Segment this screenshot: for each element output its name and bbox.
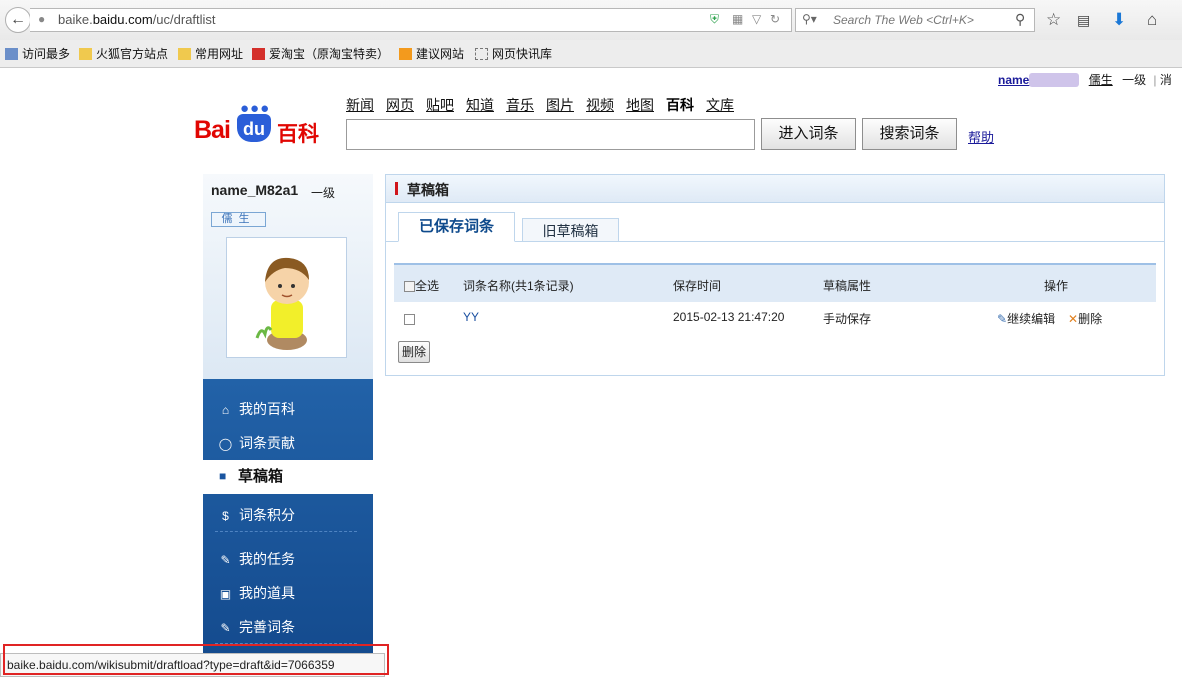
select-all-checkbox[interactable] — [404, 281, 415, 292]
nav-images[interactable]: 图片 — [546, 97, 574, 113]
nav-music[interactable]: 音乐 — [506, 97, 534, 113]
user-level: 一级 — [1122, 73, 1147, 87]
nav-video[interactable]: 视频 — [586, 97, 614, 113]
column-time: 保存时间 — [673, 279, 722, 293]
sidebar-item-drafts[interactable]: ■ 草稿箱 — [201, 460, 373, 494]
folder-icon — [178, 48, 191, 60]
draft-icon: ■ — [219, 469, 227, 483]
search-placeholder: Search The Web <Ctrl+K> — [833, 13, 974, 27]
tab-saved-entries[interactable]: 已保存词条 — [398, 212, 515, 242]
separator: | — [1153, 73, 1157, 87]
delete-link[interactable]: ✕删除 — [1068, 310, 1102, 327]
sidebar-item-points[interactable]: $ 词条积分 — [218, 498, 295, 532]
sidebar-item-improve[interactable]: ✎ 完善词条 — [218, 610, 295, 644]
entry-attr: 手动保存 — [823, 312, 872, 326]
bookmarks-list-icon[interactable]: ▤ — [1077, 12, 1090, 29]
task-icon: ✎ — [220, 553, 231, 567]
search-icon[interactable]: ⚲ — [1015, 11, 1025, 28]
sidebar-item-contributions[interactable]: ◯ 词条贡献 — [218, 426, 295, 460]
reload-icon[interactable]: ↻ — [770, 12, 780, 26]
edit-icon: ✎ — [220, 621, 231, 635]
shield-icon[interactable]: ⛨ — [710, 12, 719, 27]
baidu-baike-logo[interactable]: ●●● Bai du 百科 — [194, 100, 329, 146]
select-all[interactable]: 全选 — [404, 277, 439, 294]
column-action: 操作 — [1044, 279, 1069, 293]
user-bar: name 儒生 一级 | 消 — [998, 71, 1172, 88]
tool-icon: ▣ — [219, 587, 232, 601]
user-profile-card: name_M82a1 一级 儒生 — [203, 174, 373, 379]
globe-icon: ● — [38, 12, 46, 26]
bookmark-item[interactable]: 常用网址 — [178, 45, 243, 62]
nav-news[interactable]: 新闻 — [346, 97, 374, 113]
role-link[interactable]: 儒生 — [1089, 73, 1113, 87]
download-icon[interactable]: ⬇ — [1112, 10, 1126, 30]
star-icon[interactable]: ☆ — [1046, 10, 1061, 30]
home-icon: ⌂ — [221, 403, 230, 417]
nav-baike-current: 百科 — [666, 97, 694, 113]
avatar-image — [255, 257, 309, 350]
column-name: 词条名称(共1条记录) — [463, 279, 574, 293]
bookmark-item[interactable]: 爱淘宝（原淘宝特卖） — [252, 45, 389, 62]
coin-icon: $ — [222, 509, 229, 523]
nav-web[interactable]: 网页 — [386, 97, 414, 113]
web-search-bar[interactable]: ⚲▾ Search The Web <Ctrl+K> ⚲ — [795, 8, 1035, 32]
qrcode-icon[interactable]: ▦ — [732, 12, 743, 26]
back-arrow-icon: ← — [10, 11, 26, 28]
bookmark-item[interactable]: 网页快讯库 — [475, 45, 552, 62]
panel-header: 草稿箱 — [386, 175, 1164, 203]
nav-map[interactable]: 地图 — [626, 97, 654, 113]
blurred-username — [1029, 73, 1080, 87]
panel-title: 草稿箱 — [407, 182, 449, 198]
enter-entry-button[interactable]: 进入词条 — [761, 118, 856, 150]
url-text: baike.baidu.com/uc/draftlist — [58, 12, 216, 27]
username-link[interactable]: name — [998, 73, 1029, 87]
role-badge: 儒生 — [211, 212, 266, 227]
search-engine-icon[interactable]: ⚲▾ — [802, 12, 817, 26]
back-button[interactable]: ← — [5, 7, 31, 33]
home-icon[interactable]: ⌂ — [1147, 10, 1157, 30]
sidebar-nav: ⌂ 我的百科 ◯ 词条贡献 ■ 草稿箱 $ 词条积分 ✎ 我的任务 ▣ 我的道具 ✎ 完善词… — [201, 379, 373, 677]
product-nav: 新闻 网页 贴吧 知道 音乐 图片 视频 地图 百科 文库 — [346, 95, 746, 115]
search-entry-button[interactable]: 搜索词条 — [862, 118, 957, 150]
status-highlight-box — [3, 644, 389, 675]
row-checkbox[interactable] — [404, 312, 415, 326]
delete-button[interactable]: 删除 — [398, 341, 430, 363]
continue-edit-link[interactable]: ✎继续编辑 — [997, 310, 1055, 327]
divider — [215, 531, 357, 532]
profile-level: 一级 — [311, 186, 336, 200]
sidebar-item-tools[interactable]: ▣ 我的道具 — [218, 576, 295, 610]
bookmark-item[interactable]: 火狐官方站点 — [79, 45, 168, 62]
close-icon: ✕ — [1068, 312, 1079, 326]
firefox-icon — [399, 48, 412, 60]
tab-old-drafts[interactable]: 旧草稿箱 — [522, 218, 619, 242]
help-link[interactable]: 帮助 — [968, 127, 994, 146]
bookmark-item[interactable]: 建议网站 — [399, 45, 464, 62]
browser-toolbar: ← ● baike.baidu.com/uc/draftlist ⛨ ▦ ▽ ↻… — [0, 0, 1182, 40]
nav-zhidao[interactable]: 知道 — [466, 97, 494, 113]
entry-name-link[interactable]: YY — [463, 310, 479, 324]
title-marker — [395, 182, 398, 195]
entry-save-time: 2015-02-13 21:47:20 — [673, 310, 785, 324]
message-link[interactable]: 消 — [1160, 73, 1172, 87]
edit-icon: ✎ — [997, 312, 1008, 326]
bookmarks-bar: 访问最多 火狐官方站点 常用网址 爱淘宝（原淘宝特卖） 建议网站 网页快讯库 — [0, 40, 1182, 68]
folder-icon — [79, 48, 92, 60]
baike-search-input[interactable] — [346, 119, 755, 150]
column-attr: 草稿属性 — [823, 279, 872, 293]
bookmark-item[interactable]: 访问最多 — [5, 45, 70, 62]
page-icon — [5, 48, 18, 60]
profile-username[interactable]: name_M82a1 — [211, 182, 298, 198]
address-bar[interactable]: ● baike.baidu.com/uc/draftlist ⛨ ▦ ▽ ↻ — [30, 8, 792, 32]
sidebar-item-my-baike[interactable]: ⌂ 我的百科 — [218, 392, 295, 426]
nav-tieba[interactable]: 贴吧 — [426, 97, 454, 113]
nav-wenku[interactable]: 文库 — [706, 97, 734, 113]
taobao-icon — [252, 48, 265, 60]
bulb-icon: ◯ — [218, 437, 233, 451]
webslice-icon — [475, 48, 488, 60]
dropdown-icon[interactable]: ▽ — [752, 12, 761, 26]
table-header: 全选 词条名称(共1条记录) 保存时间 草稿属性 操作 — [394, 263, 1156, 302]
sidebar-item-tasks[interactable]: ✎ 我的任务 — [218, 542, 295, 576]
avatar[interactable] — [226, 237, 347, 358]
drafts-panel: 草稿箱 已保存词条 旧草稿箱 全选 词条名称(共1条记录) 保存时间 草稿属性 … — [385, 174, 1165, 376]
